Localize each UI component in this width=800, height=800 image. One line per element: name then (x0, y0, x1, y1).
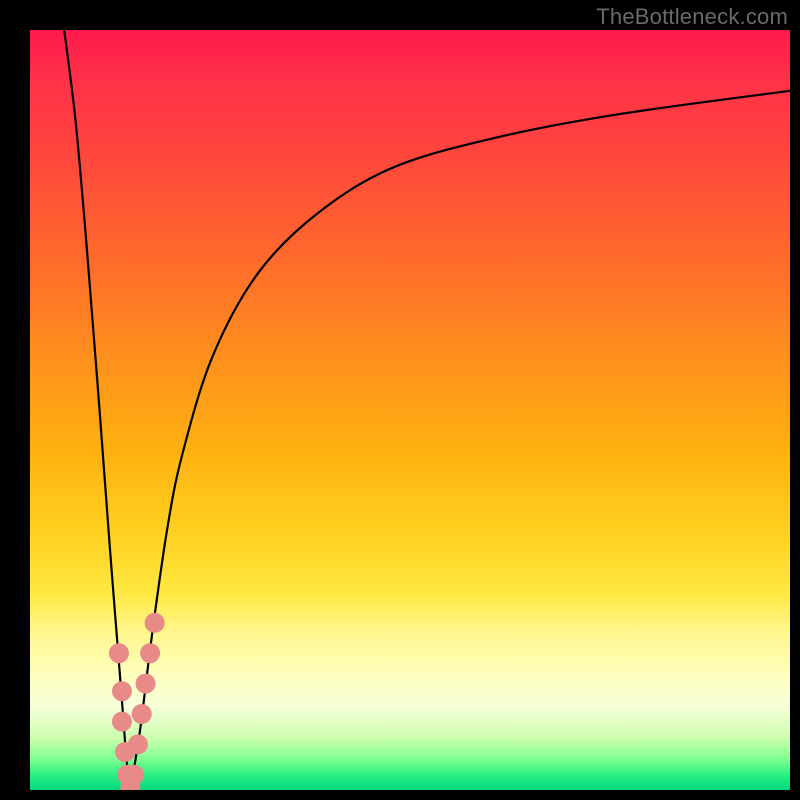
marker-dot (124, 765, 144, 785)
marker-dot (140, 643, 160, 663)
series-layer (64, 30, 790, 790)
curve-right-branch (130, 91, 790, 790)
chart-svg (30, 30, 790, 790)
plot-area (30, 30, 790, 790)
marker-dot (132, 704, 152, 724)
marker-dot (128, 734, 148, 754)
marker-dot (112, 712, 132, 732)
watermark-text: TheBottleneck.com (596, 4, 788, 30)
marker-dot (145, 613, 165, 633)
marker-dot (109, 643, 129, 663)
chart-frame: TheBottleneck.com (0, 0, 800, 800)
curve-left-branch (64, 30, 130, 790)
marker-dot (112, 681, 132, 701)
marker-dot (136, 674, 156, 694)
